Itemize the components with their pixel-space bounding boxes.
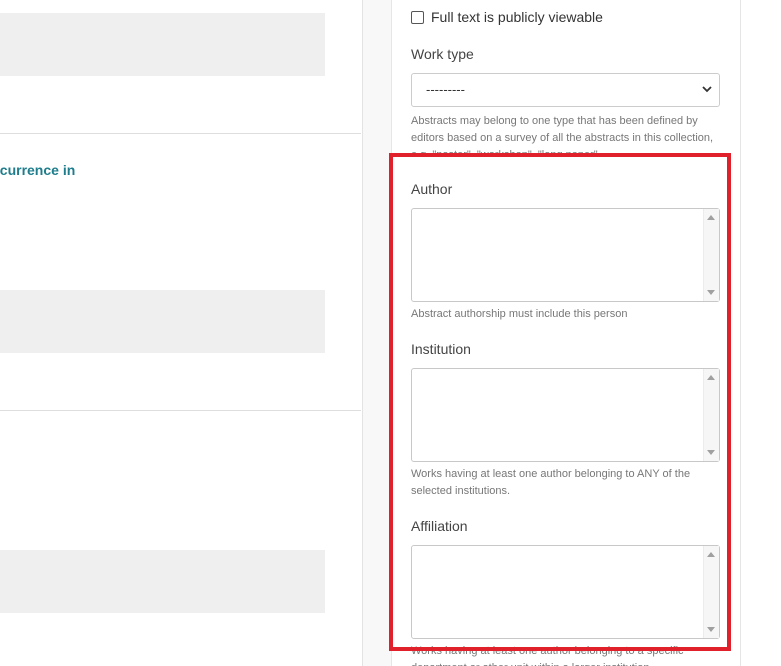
chevron-down-icon — [702, 86, 712, 93]
work-type-selected-value: --------- — [426, 82, 465, 97]
result-placeholder — [0, 290, 325, 353]
results-pane: ccurrence in — [0, 0, 362, 666]
fulltext-checkbox-label: Full text is publicly viewable — [431, 9, 603, 25]
result-title-link[interactable]: ccurrence in — [0, 162, 75, 178]
result-divider — [0, 410, 361, 411]
work-type-help: Abstracts may belong to one type that ha… — [411, 115, 714, 156]
work-type-label: Work type — [411, 46, 474, 62]
result-divider — [0, 133, 361, 134]
fulltext-filter[interactable]: Full text is publicly viewable — [411, 9, 603, 25]
fulltext-checkbox[interactable] — [411, 10, 424, 24]
highlight-box — [389, 153, 731, 651]
result-placeholder — [0, 13, 325, 76]
result-placeholder — [0, 550, 325, 613]
work-type-select[interactable]: --------- — [411, 73, 720, 107]
